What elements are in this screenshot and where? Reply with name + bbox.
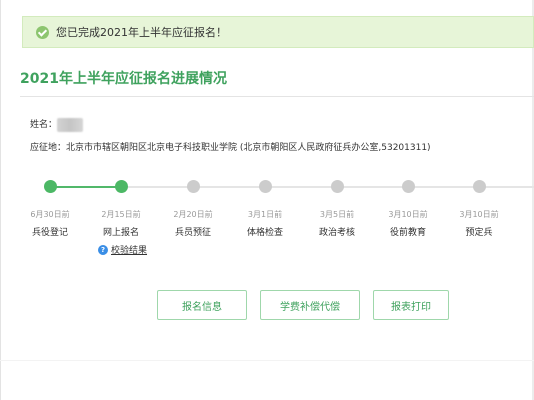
step-dot: [114, 180, 128, 193]
step-date: 2月20日前: [173, 210, 213, 219]
check-result-link[interactable]: ? 校验结果: [98, 243, 147, 256]
step-date: 2月15日前: [101, 210, 141, 219]
step-label: 役前教育: [389, 228, 426, 238]
step-label: 政治考核: [318, 228, 355, 238]
frame-left-border: [0, 0, 1, 400]
question-icon: ?: [98, 244, 108, 255]
success-alert: 您已完成2021年上半年应征报名！: [22, 16, 534, 48]
step-label: 兵役登记: [31, 228, 68, 238]
print-report-button[interactable]: 报表打印: [373, 290, 449, 320]
site-value: 北京市市辖区朝阳区北京电子科技职业学院 (北京市朝阳区人民政府征兵办公室,532…: [66, 143, 431, 153]
page-title: 2021年上半年应征报名进展情况: [20, 71, 227, 87]
step-label: 网上报名: [102, 228, 139, 238]
step-7: 3月10日前 预定兵: [449, 180, 509, 238]
check-result-label[interactable]: 校验结果: [111, 243, 147, 256]
step-4: 3月1日前 体格检查: [235, 180, 295, 238]
registration-info-button[interactable]: 报名信息: [157, 290, 247, 320]
step-dot: [258, 180, 272, 193]
step-label: 兵员预征: [174, 228, 211, 238]
step-dot: [43, 180, 57, 193]
step-5: 3月5日前 政治考核: [307, 180, 367, 238]
step-date: 3月5日前: [319, 210, 355, 219]
step-date: 3月1日前: [247, 210, 283, 219]
site-row: 应征地：北京市市辖区朝阳区北京电子科技职业学院 (北京市朝阳区人民政府征兵办公室…: [30, 140, 431, 153]
step-dot: [472, 180, 486, 193]
step-3: 2月20日前 兵员预征: [163, 180, 223, 238]
name-row: 姓名：: [30, 117, 84, 132]
step-date: 6月30日前: [30, 210, 70, 219]
step-label: 预定兵: [465, 228, 493, 238]
tuition-compensation-button[interactable]: 学费补偿代偿: [260, 290, 360, 320]
step-date: 3月10日前: [388, 210, 428, 219]
step-dot: [186, 180, 200, 193]
alert-message: 您已完成2021年上半年应征报名！: [56, 26, 227, 39]
site-label: 应征地：: [30, 143, 67, 153]
name-value-redacted: [57, 117, 84, 132]
step-label: 体格检查: [246, 228, 283, 238]
step-2: 2月15日前 网上报名: [91, 180, 151, 238]
step-date: 3月10日前: [459, 210, 499, 219]
step-dot: [401, 180, 415, 193]
check-circle-icon: [36, 25, 49, 39]
footer-divider: [0, 360, 534, 361]
title-divider: [20, 96, 534, 97]
step-dot: [330, 180, 344, 193]
step-6: 3月10日前 役前教育: [378, 180, 438, 238]
step-1: 6月30日前 兵役登记: [20, 180, 80, 238]
name-label: 姓名：: [30, 120, 58, 130]
